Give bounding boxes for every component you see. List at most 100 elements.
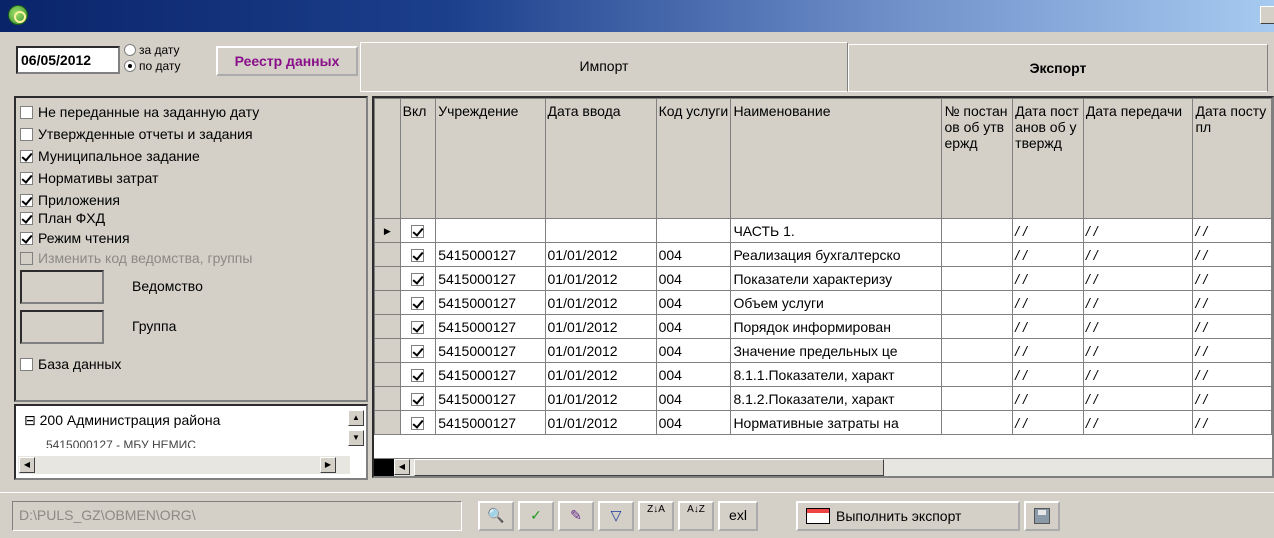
table-row[interactable]: 5415000127 01/01/2012 004 Нормативные затра… <box>374 410 1272 435</box>
column-header[interactable]: Дата ввода <box>544 98 657 219</box>
org-cell[interactable] <box>435 218 546 243</box>
transfer-date-cell[interactable]: / / <box>1082 362 1194 387</box>
sort-desc-button[interactable]: Z↓A <box>638 501 674 531</box>
checkbox[interactable] <box>20 105 33 119</box>
column-header[interactable]: Учреждение <box>435 98 546 219</box>
checkbox[interactable] <box>20 357 33 371</box>
scroll-right-icon[interactable]: ▶ <box>320 457 336 473</box>
decree-date-cell[interactable]: / / <box>1012 290 1084 315</box>
org-cell[interactable]: 5415000127 <box>435 410 546 435</box>
transfer-date-cell[interactable]: / / <box>1082 410 1194 435</box>
org-cell[interactable]: 5415000127 <box>435 314 546 339</box>
code-cell[interactable]: 004 <box>655 338 732 363</box>
save-button[interactable] <box>1024 501 1060 531</box>
date-cell[interactable] <box>544 218 657 243</box>
tree-child-node[interactable]: 5415000127 - МБУ НЕМИС <box>46 438 196 448</box>
date-cell[interactable]: 01/01/2012 <box>544 338 657 363</box>
row-indicator[interactable] <box>374 314 401 339</box>
include-checkbox-cell[interactable] <box>399 218 437 243</box>
tree-expand-icon[interactable]: ⊟ <box>24 412 36 428</box>
checkbox[interactable] <box>411 417 425 431</box>
org-cell[interactable]: 5415000127 <box>435 242 546 267</box>
preview-button[interactable]: 🔍 <box>478 501 514 531</box>
include-checkbox-cell[interactable] <box>399 242 437 267</box>
org-cell[interactable]: 5415000127 <box>435 362 546 387</box>
name-cell[interactable]: Значение предельных це <box>730 338 943 363</box>
option-approved-reports[interactable]: Утвержденные отчеты и задания <box>20 126 253 142</box>
scroll-up-icon[interactable]: ▲ <box>348 410 364 426</box>
decree-date-cell[interactable]: / / <box>1012 266 1084 291</box>
window-control-button[interactable] <box>1260 6 1274 24</box>
filter-button[interactable]: ▽ <box>598 501 634 531</box>
checkbox[interactable] <box>20 211 33 225</box>
checkbox[interactable] <box>411 297 425 311</box>
radio-on-date[interactable]: за дату <box>124 42 214 58</box>
name-cell[interactable]: Порядок информирован <box>730 314 943 339</box>
column-header[interactable]: Код услуги <box>655 98 732 219</box>
checkbox[interactable] <box>411 345 425 359</box>
table-row[interactable]: 5415000127 01/01/2012 004 Показатели характ… <box>374 266 1272 291</box>
receipt-date-cell[interactable]: / / <box>1192 266 1272 291</box>
date-cell[interactable]: 01/01/2012 <box>544 362 657 387</box>
name-cell[interactable]: 8.1.2.Показатели, характ <box>730 386 943 411</box>
number-cell[interactable] <box>941 362 1014 387</box>
row-indicator[interactable] <box>374 386 401 411</box>
department-input[interactable] <box>20 270 104 304</box>
org-cell[interactable]: 5415000127 <box>435 266 546 291</box>
clear-button[interactable]: ✎ <box>558 501 594 531</box>
receipt-date-cell[interactable]: / / <box>1192 218 1272 243</box>
checkbox[interactable] <box>411 321 425 335</box>
org-cell[interactable]: 5415000127 <box>435 338 546 363</box>
number-cell[interactable] <box>941 242 1014 267</box>
scroll-thumb[interactable] <box>414 459 884 476</box>
excel-button[interactable]: exl <box>718 501 758 531</box>
transfer-date-cell[interactable]: / / <box>1082 314 1194 339</box>
checkbox[interactable] <box>20 231 33 245</box>
transfer-date-cell[interactable]: / / <box>1082 266 1194 291</box>
org-cell[interactable]: 5415000127 <box>435 290 546 315</box>
table-row[interactable]: 5415000127 01/01/2012 004 8.1.2.Показатели,… <box>374 386 1272 411</box>
run-export-button[interactable]: Выполнить экспорт <box>796 501 1020 531</box>
decree-date-cell[interactable]: / / <box>1012 314 1084 339</box>
transfer-date-cell[interactable]: / / <box>1082 242 1194 267</box>
receipt-date-cell[interactable]: / / <box>1192 338 1272 363</box>
scroll-down-icon[interactable]: ▼ <box>348 430 364 446</box>
grid-horizontal-scrollbar[interactable]: ◀ <box>374 458 1272 476</box>
code-cell[interactable]: 004 <box>655 290 732 315</box>
name-cell[interactable]: Показатели характеризу <box>730 266 943 291</box>
table-row[interactable]: 5415000127 01/01/2012 004 8.1.1.Показатели,… <box>374 362 1272 387</box>
date-cell[interactable]: 01/01/2012 <box>544 314 657 339</box>
date-cell[interactable]: 01/01/2012 <box>544 410 657 435</box>
sort-asc-button[interactable]: A↓Z <box>678 501 714 531</box>
number-cell[interactable] <box>941 218 1014 243</box>
decree-date-cell[interactable]: / / <box>1012 410 1084 435</box>
column-header[interactable]: Дата постанов об утвержд <box>1012 98 1084 219</box>
transfer-date-cell[interactable]: / / <box>1082 338 1194 363</box>
name-cell[interactable]: ЧАСТЬ 1. <box>730 218 943 243</box>
table-row[interactable]: ▶ ЧАСТЬ 1. / / / / / / <box>374 218 1272 243</box>
decree-date-cell[interactable]: / / <box>1012 242 1084 267</box>
checkbox[interactable] <box>411 273 425 287</box>
option-attachments[interactable]: Приложения <box>20 192 120 208</box>
decree-date-cell[interactable]: / / <box>1012 386 1084 411</box>
include-checkbox-cell[interactable] <box>399 386 437 411</box>
date-input[interactable]: 06/05/2012 <box>16 46 120 74</box>
table-row[interactable]: 5415000127 01/01/2012 004 Порядок информиро… <box>374 314 1272 339</box>
include-checkbox-cell[interactable] <box>399 362 437 387</box>
receipt-date-cell[interactable]: / / <box>1192 314 1272 339</box>
decree-date-cell[interactable]: / / <box>1012 338 1084 363</box>
export-path-field[interactable]: D:\PULS_GZ\OBMEN\ORG\ <box>12 501 462 531</box>
number-cell[interactable] <box>941 266 1014 291</box>
date-cell[interactable]: 01/01/2012 <box>544 242 657 267</box>
tree-node[interactable]: ⊟ 200 Администрация района <box>24 412 220 429</box>
column-header[interactable]: № постанов об утвержд <box>941 98 1014 219</box>
receipt-date-cell[interactable]: / / <box>1192 386 1272 411</box>
option-not-transferred[interactable]: Не переданные на заданную дату <box>20 104 259 120</box>
tab-export[interactable]: Экспорт <box>848 44 1268 92</box>
data-registry-button[interactable]: Реестр данных <box>216 46 358 76</box>
receipt-date-cell[interactable]: / / <box>1192 362 1272 387</box>
option-database[interactable]: База данных <box>20 356 121 372</box>
receipt-date-cell[interactable]: / / <box>1192 410 1272 435</box>
tree-vertical-scrollbar[interactable]: ▲ ▼ <box>348 410 364 454</box>
include-checkbox-cell[interactable] <box>399 338 437 363</box>
